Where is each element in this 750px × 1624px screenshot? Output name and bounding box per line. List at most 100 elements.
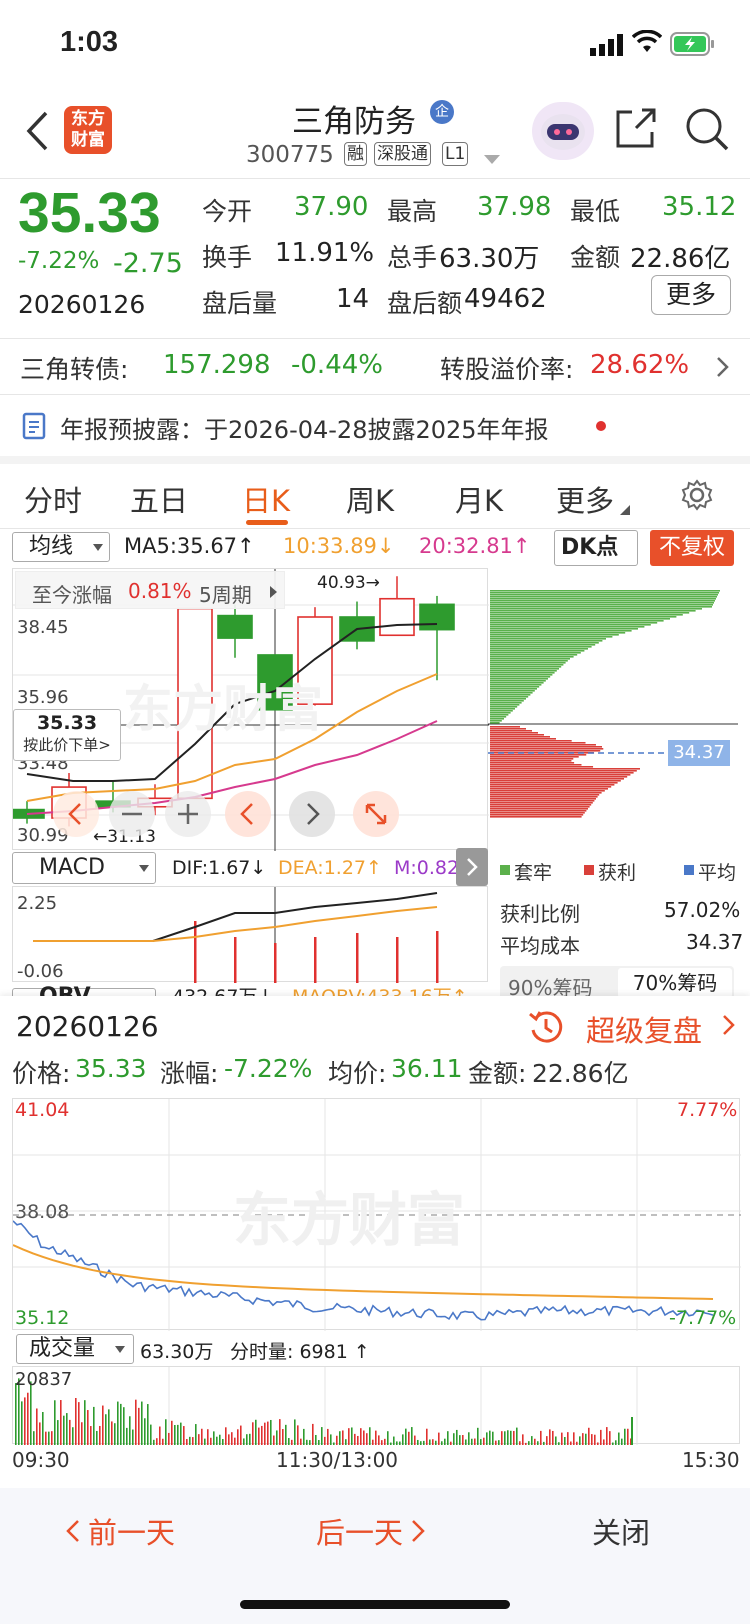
- next-day-button[interactable]: 后一天: [316, 1510, 425, 1554]
- minus-button[interactable]: [109, 791, 155, 837]
- volume-bar: [303, 1428, 305, 1445]
- chip-bar-trapped: [490, 652, 581, 654]
- chip-bar-profit: [490, 778, 624, 780]
- volume-bar: [138, 1407, 140, 1445]
- replay-link[interactable]: 超级复盘: [586, 1008, 702, 1050]
- battery-icon: [670, 32, 716, 60]
- legend-avg-swatch: [684, 865, 694, 875]
- active-tab-indicator: [246, 520, 288, 525]
- since-box[interactable]: 至今涨幅 0.81% 5周期: [15, 571, 285, 609]
- tab-more[interactable]: 更多: [556, 478, 614, 520]
- volume-select[interactable]: 成交量: [16, 1334, 134, 1364]
- chip-bar-trapped: [490, 682, 544, 684]
- chip-bar-trapped: [490, 608, 702, 610]
- volume-bar: [186, 1439, 188, 1445]
- indicator-select[interactable]: 均线: [12, 532, 110, 562]
- settings-gear-icon[interactable]: [680, 478, 714, 516]
- macd-select-label: MACD: [39, 855, 105, 880]
- after-volume-label: 盘后量: [202, 289, 278, 318]
- volume-bar: [24, 1397, 26, 1445]
- expand-button[interactable]: [353, 791, 399, 837]
- intraday-watermark: 东方财富: [233, 1186, 466, 1254]
- caret-down-icon: [115, 1346, 125, 1353]
- volume-bar: [426, 1428, 428, 1445]
- adjust-button[interactable]: 不复权: [650, 530, 734, 566]
- replay-history-icon[interactable]: [526, 1006, 566, 1050]
- dropdown-icon[interactable]: [484, 150, 500, 169]
- volume-bar: [33, 1431, 35, 1445]
- volume-bar: [564, 1437, 566, 1445]
- volume-bar: [465, 1439, 467, 1445]
- macd-chart[interactable]: 2.25 -0.06: [12, 886, 488, 983]
- next-candle-button[interactable]: [289, 791, 335, 837]
- chevron-right-icon: [270, 586, 277, 598]
- chip-bar-trapped: [490, 606, 712, 608]
- obv-select[interactable]: OBV: [12, 986, 156, 996]
- chip-bar-profit: [490, 814, 584, 816]
- convertible-pct: -0.44%: [291, 350, 383, 380]
- volume-bar: [213, 1431, 215, 1445]
- volume-bar: [267, 1421, 269, 1445]
- tab-chip-70[interactable]: 70%筹码: [618, 968, 732, 998]
- tab-weekly-k[interactable]: 周K: [346, 478, 394, 520]
- status-time: 1:03: [60, 26, 119, 58]
- share-icon[interactable]: [614, 106, 658, 154]
- tab-five-day[interactable]: 五日: [130, 478, 188, 520]
- home-indicator: [240, 1600, 510, 1609]
- robot-avatar[interactable]: [532, 102, 594, 160]
- volume-bar: [405, 1428, 407, 1445]
- chip-bar-profit: [490, 808, 588, 810]
- tab-daily-k[interactable]: 日K: [242, 478, 290, 520]
- volume-bar: [363, 1430, 365, 1445]
- chip-bar-trapped: [490, 634, 619, 636]
- last-price: 35.33: [18, 181, 161, 245]
- chip-distribution[interactable]: 34.37: [488, 568, 738, 850]
- volume-bar: [591, 1434, 593, 1445]
- ma-bar: 均线 MA5:35.67↑ 10:33.89↓ 20:32.81↑ DK点 不复…: [0, 530, 750, 566]
- close-button[interactable]: 关闭: [592, 1510, 650, 1552]
- volume-chart[interactable]: 20837: [12, 1366, 740, 1445]
- chip-bar-trapped: [490, 640, 603, 642]
- volume-bar: [360, 1428, 362, 1445]
- kline-chart[interactable]: 东方财富 至今涨幅 0.81% 5周期 38.45 35.96 33.48 30…: [12, 568, 489, 851]
- volume-bar: [120, 1403, 122, 1445]
- search-icon[interactable]: [684, 106, 730, 156]
- volume-bar: [537, 1441, 539, 1445]
- volume-bar: [558, 1442, 560, 1445]
- macd-bar: [396, 937, 399, 983]
- volume-bar: [126, 1427, 128, 1445]
- volume-bar: [333, 1442, 335, 1445]
- volume-bar: [117, 1401, 119, 1445]
- dk-point-button[interactable]: DK点: [554, 530, 638, 566]
- prev-candle-button[interactable]: [225, 791, 271, 837]
- chip-bar-profit: [490, 786, 612, 788]
- crosshair-price-box[interactable]: 35.33 按此价下单>: [13, 709, 121, 761]
- macd-expand-button[interactable]: [456, 848, 488, 886]
- chip-bar-trapped: [490, 650, 585, 652]
- tab-monthly-k[interactable]: 月K: [455, 478, 503, 520]
- divider: [0, 528, 750, 529]
- indicator-select-label: 均线: [29, 534, 74, 559]
- plus-button[interactable]: [165, 791, 211, 837]
- chip-bar-trapped: [490, 700, 524, 702]
- volume-bar: [177, 1424, 179, 1445]
- zoom-out-button[interactable]: [53, 791, 99, 837]
- tab-minute[interactable]: 分时: [24, 478, 82, 520]
- chip-bar-trapped: [490, 614, 683, 616]
- low-label: 最低: [570, 197, 621, 226]
- intraday-chart[interactable]: 东方财富 41.04 38.08 35.12 7.77% -7.77%: [12, 1098, 741, 1331]
- notice-row[interactable]: 年报预披露：于2026-04-28披露2025年年报: [0, 396, 750, 456]
- candle-body: [379, 597, 415, 637]
- back-icon[interactable]: [24, 110, 50, 156]
- volume-bar: [588, 1427, 590, 1445]
- wifi-icon: [631, 29, 663, 58]
- volume-bar: [69, 1419, 71, 1445]
- volume-bar: [474, 1438, 476, 1445]
- convertible-row[interactable]: 三角转债: 157.298 -0.44% 转股溢价率: 28.62%: [0, 340, 750, 392]
- prev-day-button[interactable]: 前一天: [66, 1510, 175, 1554]
- volume-bar: [498, 1440, 500, 1445]
- macd-select[interactable]: MACD: [12, 852, 156, 884]
- order-hint: 按此价下单>: [23, 736, 111, 754]
- more-quote-button[interactable]: 更多: [651, 275, 731, 315]
- chip-bar-trapped: [490, 632, 626, 634]
